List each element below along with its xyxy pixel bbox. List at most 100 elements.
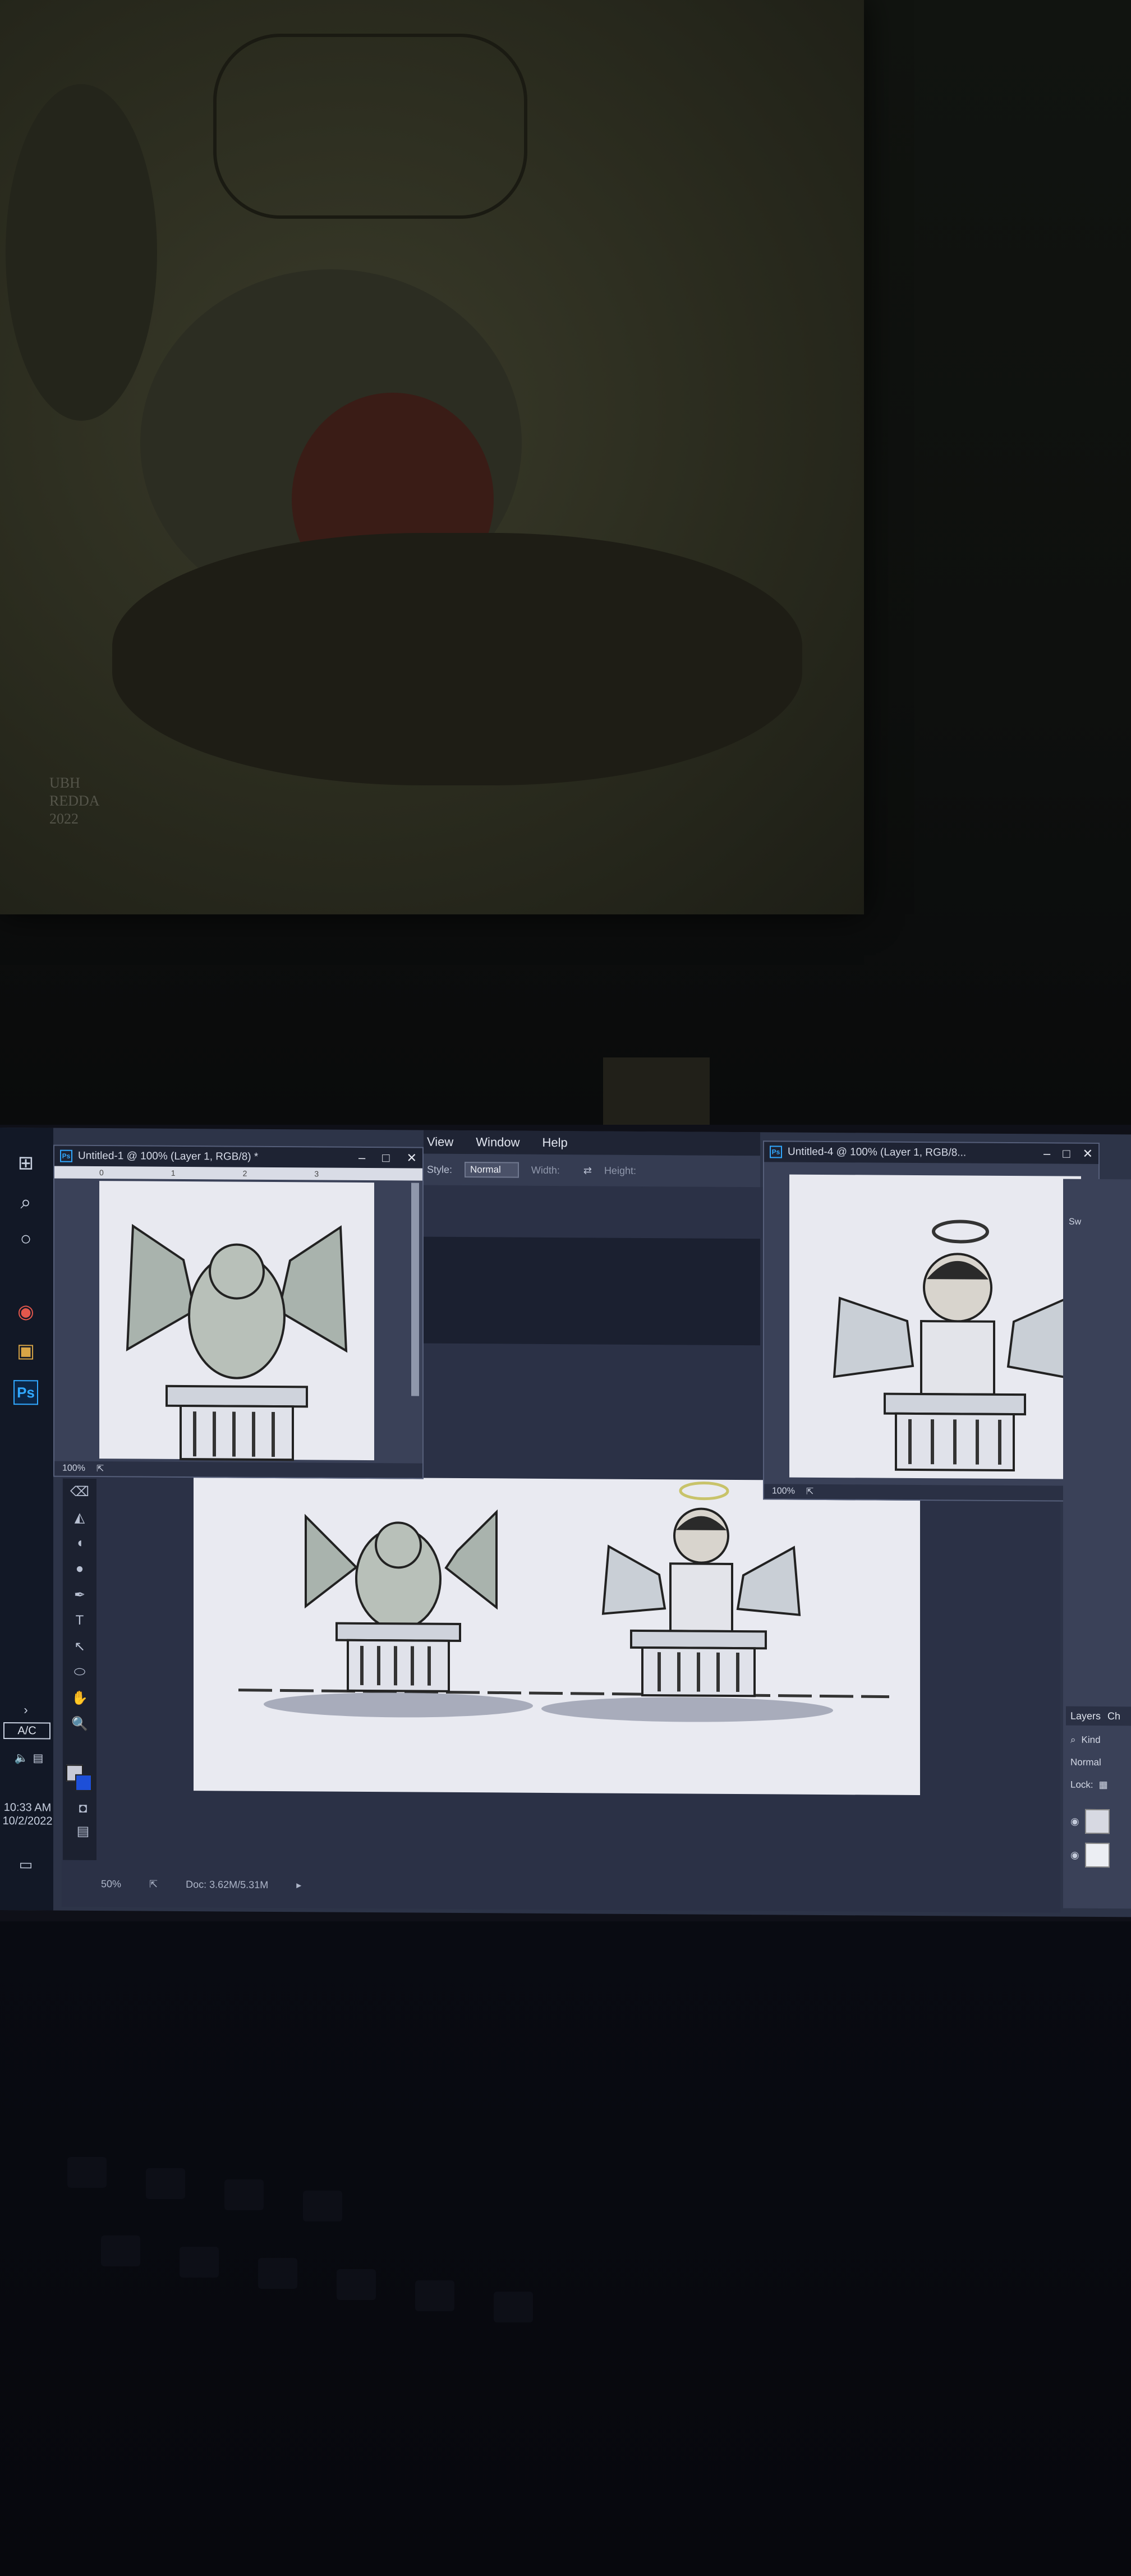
keyboard-key: [101, 2235, 140, 2266]
document-window-untitled-4[interactable]: Ps Untitled-4 @ 100% (Layer 1, RGB/8... …: [763, 1140, 1100, 1502]
wall-poster-illustration: UBH REDDA 2022: [0, 0, 864, 914]
style-select[interactable]: Normal: [465, 1162, 519, 1178]
menu-view[interactable]: View: [427, 1135, 453, 1149]
eraser-tool-icon[interactable]: ⌫: [63, 1479, 96, 1505]
maximize-icon[interactable]: □: [1063, 1147, 1070, 1161]
layer-row[interactable]: ◉: [1066, 1841, 1131, 1870]
type-tool-icon[interactable]: T: [63, 1608, 96, 1634]
document-window-untitled-1[interactable]: Ps Untitled-1 @ 100% (Layer 1, RGB/8) * …: [53, 1144, 424, 1479]
kind-filter[interactable]: ⌕ Kind: [1066, 1729, 1131, 1752]
blend-mode-value: Normal: [1070, 1756, 1101, 1768]
document-size: Doc: 3.62M/5.31M: [186, 1878, 269, 1890]
blur-tool-icon[interactable]: ◖: [63, 1530, 96, 1556]
clock-time: 10:33 AM: [3, 1801, 52, 1814]
height-label[interactable]: Height:: [604, 1165, 636, 1176]
zoom-level[interactable]: 100%: [772, 1486, 795, 1496]
windows-taskbar: ⊞ ⌕ ○ ◉ ▣ Ps › A/C 🔈 ▤ 10:33 AM 10/2/202…: [0, 1128, 53, 1911]
lock-pixels-icon[interactable]: ▦: [1099, 1779, 1108, 1791]
close-icon[interactable]: ✕: [1083, 1147, 1093, 1161]
ps-doc-icon: Ps: [60, 1149, 72, 1162]
tab-layers[interactable]: Layers: [1070, 1710, 1101, 1722]
kind-label: Kind: [1081, 1734, 1101, 1745]
notification-icon[interactable]: ▭: [10, 1848, 42, 1880]
wall-background: UBH REDDA 2022: [0, 0, 1131, 1128]
pen-tool-icon[interactable]: ✒: [63, 1582, 96, 1608]
path-selection-tool-icon[interactable]: ↖: [63, 1634, 96, 1659]
gargoyle-sketch: [126, 1223, 348, 1461]
poster-clip: [603, 1057, 710, 1125]
search-icon[interactable]: ⌕: [10, 1186, 42, 1218]
zoom-tool-icon[interactable]: 🔍: [63, 1711, 96, 1737]
canvas-dark-area: [424, 1236, 760, 1346]
menu-window[interactable]: Window: [476, 1135, 519, 1149]
minimize-icon[interactable]: –: [1043, 1146, 1050, 1161]
keyboard-key: [415, 2280, 454, 2311]
left-window-status: 100% ⇱: [54, 1461, 422, 1478]
angel-drawing: [601, 1482, 801, 1698]
keyboard-key: [224, 2179, 264, 2210]
close-icon[interactable]: ✕: [407, 1151, 417, 1165]
photos-app-icon[interactable]: ▣: [10, 1335, 42, 1367]
maximize-icon[interactable]: □: [382, 1151, 389, 1165]
keyboard-key: [303, 2191, 342, 2221]
cortana-icon[interactable]: ○: [10, 1223, 42, 1254]
horizontal-ruler: 0 1 2 3: [54, 1166, 422, 1181]
swatches-tab[interactable]: Sw: [1069, 1217, 1081, 1227]
layer-row[interactable]: ◉: [1066, 1807, 1131, 1836]
style-label: Style:: [427, 1163, 453, 1175]
network-icon[interactable]: ▤: [22, 1742, 54, 1773]
lock-label: Lock:: [1070, 1779, 1093, 1790]
chevron-up-icon[interactable]: ›: [10, 1694, 42, 1726]
share-icon[interactable]: ⇱: [96, 1463, 104, 1474]
windows-start-icon[interactable]: ⊞: [10, 1147, 42, 1179]
swap-icon[interactable]: ⇄: [583, 1165, 592, 1176]
photoshop-taskbar-icon[interactable]: Ps: [13, 1380, 38, 1405]
tool-options-bar: Style: Normal Width: ⇄ Height:: [424, 1153, 760, 1188]
keyboard-key: [494, 2292, 533, 2322]
play-arrow-icon[interactable]: ▸: [296, 1879, 301, 1891]
main-canvas[interactable]: [194, 1476, 920, 1796]
window-title: Untitled-1 @ 100% (Layer 1, RGB/8) *: [78, 1149, 259, 1163]
vertical-scrollbar[interactable]: [411, 1183, 419, 1396]
main-artwork: [238, 1482, 890, 1722]
left-canvas[interactable]: [99, 1181, 374, 1461]
chrome-icon[interactable]: ◉: [10, 1296, 42, 1327]
keyboard-key: [67, 2157, 107, 2188]
ellipse-tool-icon[interactable]: ⬭: [63, 1659, 96, 1685]
share-icon[interactable]: ⇱: [806, 1486, 813, 1497]
window-titlebar[interactable]: Ps Untitled-1 @ 100% (Layer 1, RGB/8) * …: [54, 1146, 422, 1169]
ps-doc-icon: Ps: [770, 1146, 782, 1158]
signature-line-2: REDDA: [49, 793, 100, 809]
signature-line-3: 2022: [49, 811, 79, 827]
taskbar-clock[interactable]: 10:33 AM 10/2/2022: [2, 1801, 53, 1828]
tab-channels[interactable]: Ch: [1107, 1710, 1120, 1722]
hand-tool-icon[interactable]: ✋: [63, 1685, 96, 1711]
zoom-level[interactable]: 100%: [62, 1464, 85, 1474]
layer-thumbnail: [1084, 1842, 1110, 1868]
clock-date: 10/2/2022: [2, 1815, 53, 1828]
dodge-tool-icon[interactable]: ●: [63, 1556, 96, 1582]
minimize-icon[interactable]: –: [358, 1151, 365, 1165]
right-panels: Sw: [1063, 1179, 1131, 1909]
width-label[interactable]: Width:: [531, 1164, 560, 1176]
poster-signature: UBH REDDA 2022: [49, 774, 100, 858]
screen-mode-icon[interactable]: ▤: [66, 1818, 100, 1844]
eye-icon[interactable]: ◉: [1070, 1815, 1079, 1827]
desk-keyboard-area: [0, 1921, 1131, 2576]
blend-mode-select[interactable]: Normal: [1066, 1751, 1131, 1774]
right-canvas[interactable]: [789, 1174, 1081, 1479]
main-zoom-level[interactable]: 50%: [101, 1878, 121, 1890]
share-icon[interactable]: ⇱: [149, 1878, 158, 1890]
ruler-mark: 1: [171, 1168, 176, 1177]
menu-help[interactable]: Help: [542, 1135, 568, 1150]
poster-woman-figure: [112, 533, 802, 785]
keyboard-key: [258, 2258, 297, 2289]
layers-panel-tabs: Layers Ch: [1066, 1706, 1131, 1726]
background-color-swatch[interactable]: [75, 1774, 92, 1792]
window-titlebar[interactable]: Ps Untitled-4 @ 100% (Layer 1, RGB/8... …: [764, 1142, 1098, 1164]
keyboard-key: [146, 2168, 185, 2199]
window-title: Untitled-4 @ 100% (Layer 1, RGB/8...: [788, 1146, 967, 1159]
eye-icon[interactable]: ◉: [1070, 1849, 1079, 1861]
paint-bucket-tool-icon[interactable]: ◭: [63, 1505, 96, 1530]
input-indicator[interactable]: A/C: [3, 1722, 50, 1740]
